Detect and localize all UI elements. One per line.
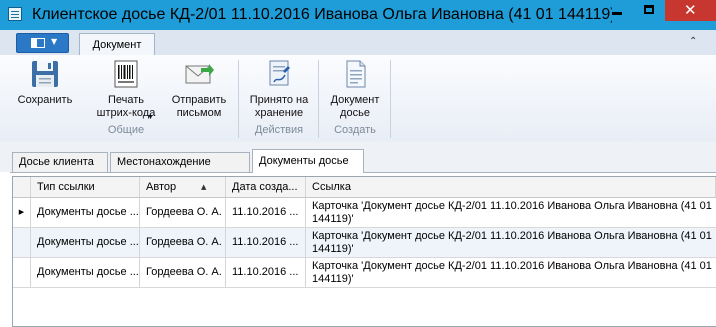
group-label-general: Общие <box>107 124 145 136</box>
cell-link-type: Документы досье ... <box>31 198 140 227</box>
column-header-author[interactable]: Автор <box>140 177 226 198</box>
maximize-button[interactable] <box>633 0 665 21</box>
tab-dossier-location[interactable]: Местонахождение досье <box>110 152 250 187</box>
table-row[interactable]: Документы досье ... Гордеева О. А. 11.10… <box>13 228 716 258</box>
column-header-link[interactable]: Ссылка <box>306 177 716 198</box>
barcode-icon <box>114 60 138 88</box>
column-header-created-date[interactable]: Дата созда... <box>226 177 306 198</box>
ribbon-group-separator <box>238 60 239 138</box>
cell-author: Гордеева О. А. <box>140 258 226 287</box>
current-row-icon: ▶ <box>13 198 31 227</box>
column-header-link-type[interactable]: Тип ссылки <box>31 177 140 198</box>
cell-created-date: 11.10.2016 ... <box>226 258 306 287</box>
sort-ascending-icon: ▲ <box>201 183 207 191</box>
cell-created-date: 11.10.2016 ... <box>226 198 306 227</box>
cell-link: Карточка 'Документ досье КД-2/01 11.10.2… <box>312 200 712 225</box>
ribbon-group-separator <box>318 60 319 138</box>
app-menu-icon <box>31 38 45 48</box>
close-button[interactable]: ✕ <box>665 0 716 21</box>
send-by-letter-label: Отправить письмом <box>171 94 227 119</box>
maximize-icon <box>644 5 654 14</box>
dossier-document-label: Документ досье <box>330 94 380 119</box>
cell-link-type: Документы досье ... <box>31 228 140 257</box>
envelope-icon <box>185 64 214 84</box>
cell-link: Карточка 'Документ досье КД-2/01 11.10.2… <box>312 260 712 285</box>
minimize-icon <box>612 12 622 15</box>
print-barcode-button[interactable]: Печать штрих-кода ▼ <box>93 58 159 121</box>
document-sign-icon <box>269 60 290 86</box>
save-button[interactable]: Сохранить <box>14 58 76 107</box>
group-label-actions: Действия <box>254 124 304 136</box>
window-app-icon <box>8 7 22 21</box>
dossier-document-button[interactable]: Документ досье <box>324 58 386 120</box>
row-indicator-header <box>13 177 31 198</box>
table-row[interactable]: Документы досье ... Гордеева О. А. 11.10… <box>13 258 716 288</box>
ribbon-group-separator <box>390 60 391 138</box>
window-title: Клиентское досье КД-2/01 11.10.2016 Иван… <box>32 6 612 23</box>
table-row[interactable]: ▶ Документы досье ... Гордеева О. А. 11.… <box>13 198 716 228</box>
row-indicator <box>13 258 31 287</box>
collapse-ribbon-icon[interactable]: ⌃ <box>689 36 701 48</box>
row-indicator <box>13 228 31 257</box>
accepted-for-storage-button[interactable]: Принято на хранение <box>246 58 312 120</box>
save-label: Сохранить <box>17 94 73 106</box>
tab-client-dossier[interactable]: Досье клиента <box>12 152 108 172</box>
chevron-down-icon: ▼ <box>147 114 154 121</box>
close-icon: ✕ <box>684 1 697 19</box>
tab-dossier-documents[interactable]: Документы досье <box>252 149 364 173</box>
accepted-for-storage-label: Принято на хранение <box>249 94 309 119</box>
minimize-button[interactable] <box>601 0 633 21</box>
cell-created-date: 11.10.2016 ... <box>226 228 306 257</box>
ribbon-tab-document[interactable]: Документ <box>79 33 155 56</box>
cell-author: Гордеева О. А. <box>140 228 226 257</box>
document-icon <box>346 60 366 88</box>
cell-link: Карточка 'Документ досье КД-2/01 11.10.2… <box>312 230 712 255</box>
application-menu-button[interactable]: ▼ <box>16 33 69 53</box>
floppy-disk-icon <box>32 61 58 87</box>
cell-author: Гордеева О. А. <box>140 198 226 227</box>
chevron-down-icon: ▼ <box>51 37 58 46</box>
group-label-create: Создать <box>334 124 376 136</box>
cell-link-type: Документы досье ... <box>31 258 140 287</box>
send-by-letter-button[interactable]: Отправить письмом <box>166 58 232 120</box>
